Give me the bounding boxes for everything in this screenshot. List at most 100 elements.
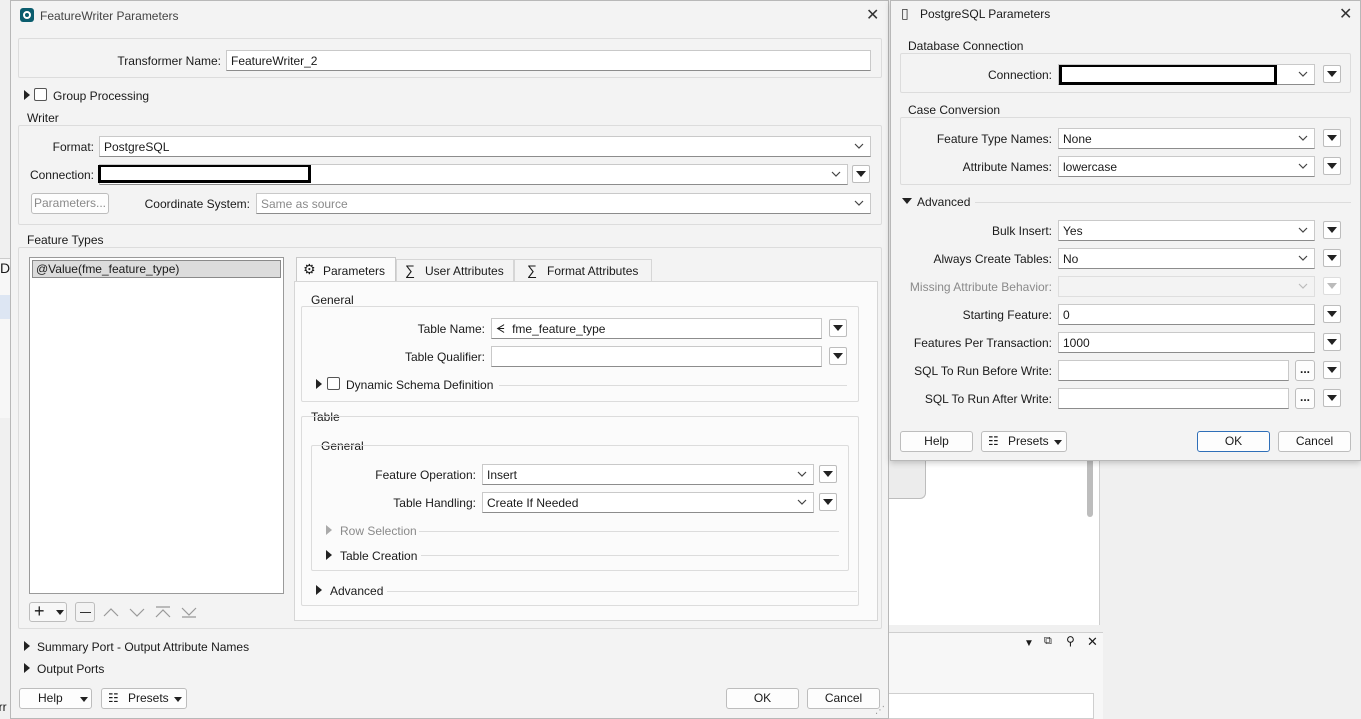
- summary-port-label: Summary Port - Output Attribute Names: [37, 640, 250, 654]
- sigma-icon: ∑: [405, 262, 415, 278]
- parameters-button[interactable]: Parameters...: [31, 193, 109, 214]
- pg-help-button[interactable]: Help: [900, 431, 973, 452]
- ok-button[interactable]: OK: [726, 688, 799, 709]
- dynamic-schema-expander-icon[interactable]: [316, 379, 322, 389]
- add-button[interactable]: +: [29, 601, 67, 622]
- always-create-menu-button[interactable]: [1323, 249, 1341, 267]
- remove-button[interactable]: [75, 602, 95, 622]
- attribute-names-select[interactable]: lowercase: [1058, 156, 1315, 177]
- features-per-tx-menu-button[interactable]: [1323, 333, 1341, 351]
- list-item[interactable]: @Value(fme_feature_type): [32, 260, 281, 278]
- advanced-collapse-icon[interactable]: [902, 198, 912, 204]
- close-icon[interactable]: ✕: [1339, 4, 1352, 24]
- attribute-names-menu-button[interactable]: [1323, 157, 1341, 175]
- move-top-icon[interactable]: [155, 606, 171, 618]
- pg-connection-menu-button[interactable]: [1323, 65, 1341, 83]
- panel-float-icon[interactable]: ⧉: [1044, 635, 1052, 648]
- table-qualifier-label: Table Qualifier:: [404, 350, 485, 364]
- table-creation-expander-icon[interactable]: [326, 550, 332, 560]
- panel-close-icon[interactable]: ✕: [1087, 634, 1098, 650]
- resize-grip-icon[interactable]: ⋰: [875, 705, 885, 716]
- minus-icon: [80, 612, 91, 613]
- sql-before-menu-button[interactable]: [1323, 361, 1341, 379]
- summary-port-expander-icon[interactable]: [24, 641, 30, 651]
- bulk-insert-select[interactable]: Yes: [1058, 220, 1315, 241]
- move-down-icon[interactable]: [129, 606, 145, 618]
- document-icon: ▯: [901, 5, 909, 21]
- attribute-names-label: Attribute Names:: [962, 160, 1052, 174]
- move-up-icon[interactable]: [103, 606, 119, 618]
- feature-type-list[interactable]: @Value(fme_feature_type): [29, 257, 284, 594]
- dropdown-triangle-icon: [823, 499, 833, 505]
- table-qualifier-menu-button[interactable]: [829, 347, 847, 365]
- pg-ok-button[interactable]: OK: [1197, 431, 1270, 452]
- features-per-tx-input[interactable]: 1000: [1058, 332, 1315, 353]
- tab-parameters-label: Parameters: [323, 264, 386, 278]
- group-processing-expander-icon[interactable]: [24, 90, 30, 100]
- group-processing-checkbox[interactable]: [34, 88, 47, 101]
- tab-parameters[interactable]: ⚙ Parameters: [296, 257, 396, 282]
- cancel-button[interactable]: Cancel: [807, 688, 880, 709]
- tab-user-attributes[interactable]: ∑ User Attributes: [396, 259, 514, 282]
- dropdown-triangle-icon: [1327, 283, 1337, 289]
- advanced-label: Advanced: [330, 584, 384, 598]
- coord-system-select[interactable]: Same as source: [256, 193, 871, 214]
- pg-presets-button[interactable]: ☷ Presets: [981, 431, 1067, 452]
- canvas-node: [888, 455, 926, 499]
- move-bottom-icon[interactable]: [181, 606, 197, 618]
- sql-after-input[interactable]: [1058, 388, 1289, 409]
- connection-label: Connection:: [29, 168, 94, 182]
- always-create-select[interactable]: No: [1058, 248, 1315, 269]
- table-handling-label: Table Handling:: [393, 496, 476, 510]
- feature-types-heading: Feature Types: [27, 233, 104, 247]
- chevron-down-icon: [854, 143, 864, 149]
- feature-operation-value: Insert: [487, 468, 518, 482]
- transformer-name-input[interactable]: FeatureWriter_2: [226, 50, 871, 71]
- advanced-expander-icon[interactable]: [316, 585, 322, 595]
- presets-button[interactable]: ☷ Presets: [101, 688, 187, 709]
- sql-after-browse-button[interactable]: ...: [1295, 388, 1315, 409]
- coord-system-value: Same as source: [261, 197, 348, 211]
- bulk-insert-menu-button[interactable]: [1323, 221, 1341, 239]
- format-label: Format:: [52, 140, 94, 154]
- dropdown-triangle-icon: [1327, 255, 1337, 261]
- missing-attr-select[interactable]: [1058, 276, 1315, 297]
- tab-format-attributes[interactable]: ∑ Format Attributes: [514, 259, 652, 282]
- transformer-name-label: Transformer Name:: [117, 54, 221, 68]
- table-handling-menu-button[interactable]: [819, 493, 837, 511]
- table-name-menu-button[interactable]: [829, 319, 847, 337]
- plus-icon: +: [34, 601, 45, 621]
- group-processing-label: Group Processing: [53, 89, 150, 103]
- bulk-insert-label: Bulk Insert:: [991, 224, 1052, 238]
- format-select[interactable]: PostgreSQL: [99, 136, 871, 157]
- bottom-left-text: orr: [0, 700, 7, 714]
- starting-feature-menu-button[interactable]: [1323, 305, 1341, 323]
- sql-before-input[interactable]: [1058, 360, 1289, 381]
- connection-menu-button[interactable]: [852, 165, 870, 183]
- help-button-label: Help: [38, 691, 63, 705]
- panel-pin-icon[interactable]: ⚲: [1066, 634, 1075, 648]
- feature-operation-menu-button[interactable]: [819, 465, 837, 483]
- feature-type-names-menu-button[interactable]: [1323, 129, 1341, 147]
- close-icon[interactable]: ✕: [866, 5, 879, 25]
- canvas-scrollbar[interactable]: [1087, 455, 1093, 517]
- panel-menu-icon[interactable]: ▼: [1024, 638, 1034, 649]
- pg-cancel-button[interactable]: Cancel: [1278, 431, 1351, 452]
- help-button[interactable]: Help: [19, 688, 92, 709]
- table-handling-value: Create If Needed: [487, 496, 579, 510]
- output-ports-expander-icon[interactable]: [24, 663, 30, 673]
- feature-type-names-select[interactable]: None: [1058, 128, 1315, 149]
- dropdown-triangle-icon: [1327, 135, 1337, 141]
- sql-before-browse-button[interactable]: ...: [1295, 360, 1315, 381]
- missing-attr-menu-button[interactable]: [1323, 277, 1341, 295]
- table-name-input[interactable]: ᗕ fme_feature_type: [491, 318, 822, 339]
- sql-after-menu-button[interactable]: [1323, 389, 1341, 407]
- table-qualifier-input[interactable]: [491, 346, 822, 367]
- row-selection-expander-icon[interactable]: [326, 525, 332, 535]
- dynamic-schema-checkbox[interactable]: [327, 377, 340, 390]
- coord-system-label: Coordinate System:: [144, 197, 250, 211]
- feature-operation-select[interactable]: Insert: [482, 464, 814, 485]
- table-handling-select[interactable]: Create If Needed: [482, 492, 814, 513]
- presets-icon: ☷: [108, 691, 119, 705]
- starting-feature-input[interactable]: 0: [1058, 304, 1315, 325]
